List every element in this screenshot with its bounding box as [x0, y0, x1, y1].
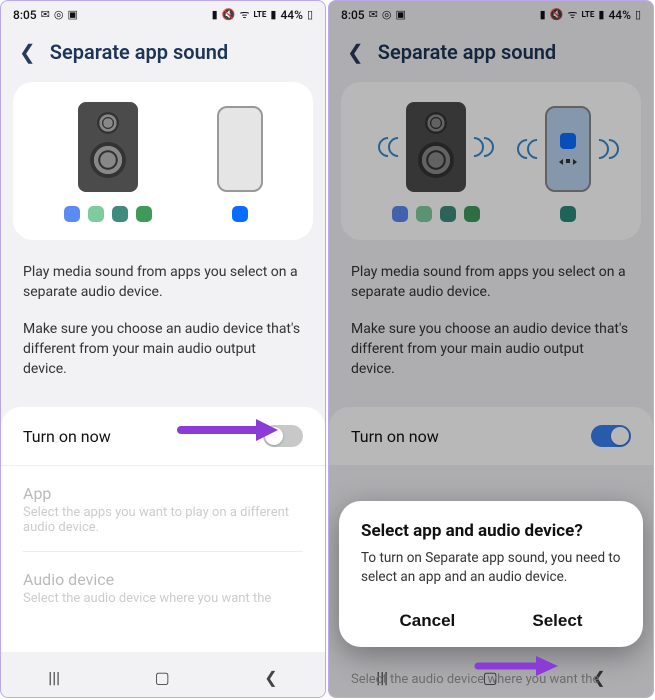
back-icon[interactable]: ❮	[347, 40, 364, 64]
select-button[interactable]: Select	[532, 611, 582, 631]
image-icon: ▣	[395, 8, 405, 21]
image-icon: ▣	[67, 8, 77, 21]
list-item-audio-device[interactable]: Audio device Select the audio device whe…	[23, 552, 303, 622]
nav-bar: ||| ▢ ❮	[1, 657, 325, 697]
screenshot-right: 8:05 ✉ ◎ ▣ ▮ 🔇 ᯤ LTE ▮ 44% ▯ ❮ Separate …	[328, 0, 654, 698]
battery-pct: 44%	[608, 8, 630, 22]
phone-active-icon	[545, 106, 591, 192]
audio-device-peek: Select the audio device where you want t…	[351, 672, 631, 687]
battery-save-icon: ▮	[540, 8, 546, 21]
back-icon[interactable]: ❮	[19, 40, 36, 64]
signal-icon: ▮	[598, 8, 604, 21]
turn-on-label: Turn on now	[23, 427, 111, 446]
wifi-icon: ᯤ	[567, 7, 577, 22]
turn-on-row[interactable]: Turn on now	[1, 407, 325, 465]
phone-waves	[545, 106, 591, 192]
turn-on-toggle[interactable]	[263, 425, 303, 447]
status-time: 8:05	[13, 8, 37, 22]
screenshot-left: 8:05 ✉ ◎ ▣ ▮ 🔇 ᯤ LTE ▮ 44% ▯ ❮ Separate …	[0, 0, 326, 698]
app-dots-right	[232, 206, 248, 222]
status-bar: 8:05 ✉ ◎ ▣ ▮ 🔇 ᯤ LTE ▮ 44% ▯	[1, 1, 325, 26]
status-bar: 8:05 ✉ ◎ ▣ ▮ 🔇 ᯤ LTE ▮ 44% ▯	[329, 1, 653, 26]
list-item-app[interactable]: App Select the apps you want to play on …	[23, 466, 303, 552]
phone-outline-icon	[217, 106, 263, 192]
page-title: Separate app sound	[50, 40, 228, 64]
page-header: ❮ Separate app sound	[1, 26, 325, 82]
signal-icon: ▮	[270, 8, 276, 21]
lte-icon: LTE	[581, 10, 594, 19]
description-text: Play media sound from apps you select on…	[329, 240, 653, 389]
lte-icon: LTE	[253, 10, 266, 19]
wifi-icon: ᯤ	[239, 7, 249, 22]
speaker-icon	[406, 102, 466, 192]
description-text: Play media sound from apps you select on…	[1, 240, 325, 389]
battery-pct: 44%	[280, 8, 302, 22]
cancel-button[interactable]: Cancel	[400, 611, 456, 631]
battery-icon: ▯	[307, 8, 313, 21]
illustration-card	[13, 82, 313, 240]
instagram-icon: ◎	[382, 8, 392, 21]
select-dialog: Select app and audio device? To turn on …	[339, 501, 643, 647]
dialog-title: Select app and audio device?	[361, 521, 621, 541]
chat-icon: ✉	[369, 8, 378, 21]
battery-save-icon: ▮	[212, 8, 218, 21]
page-header: ❮ Separate app sound	[329, 26, 653, 82]
nav-recents-icon[interactable]: |||	[48, 668, 60, 687]
chat-icon: ✉	[41, 8, 50, 21]
speaker-icon	[78, 102, 138, 192]
mute-icon: 🔇	[222, 8, 236, 21]
speaker-waves	[406, 102, 466, 192]
turn-on-row[interactable]: Turn on now	[329, 407, 653, 465]
dialog-body: To turn on Separate app sound, you need …	[361, 549, 621, 587]
status-time: 8:05	[341, 8, 365, 22]
battery-icon: ▯	[635, 8, 641, 21]
illustration-card	[341, 82, 641, 240]
turn-on-label: Turn on now	[351, 427, 439, 446]
turn-on-toggle[interactable]	[591, 425, 631, 447]
app-dots-left	[64, 206, 152, 222]
nav-home-icon[interactable]: ▢	[155, 668, 170, 687]
app-dots-left	[392, 206, 480, 222]
app-dots-right	[560, 206, 576, 222]
instagram-icon: ◎	[54, 8, 64, 21]
settings-list: App Select the apps you want to play on …	[1, 465, 325, 652]
mute-icon: 🔇	[550, 8, 564, 21]
page-title: Separate app sound	[378, 40, 556, 64]
nav-back-icon[interactable]: ❮	[264, 668, 277, 687]
